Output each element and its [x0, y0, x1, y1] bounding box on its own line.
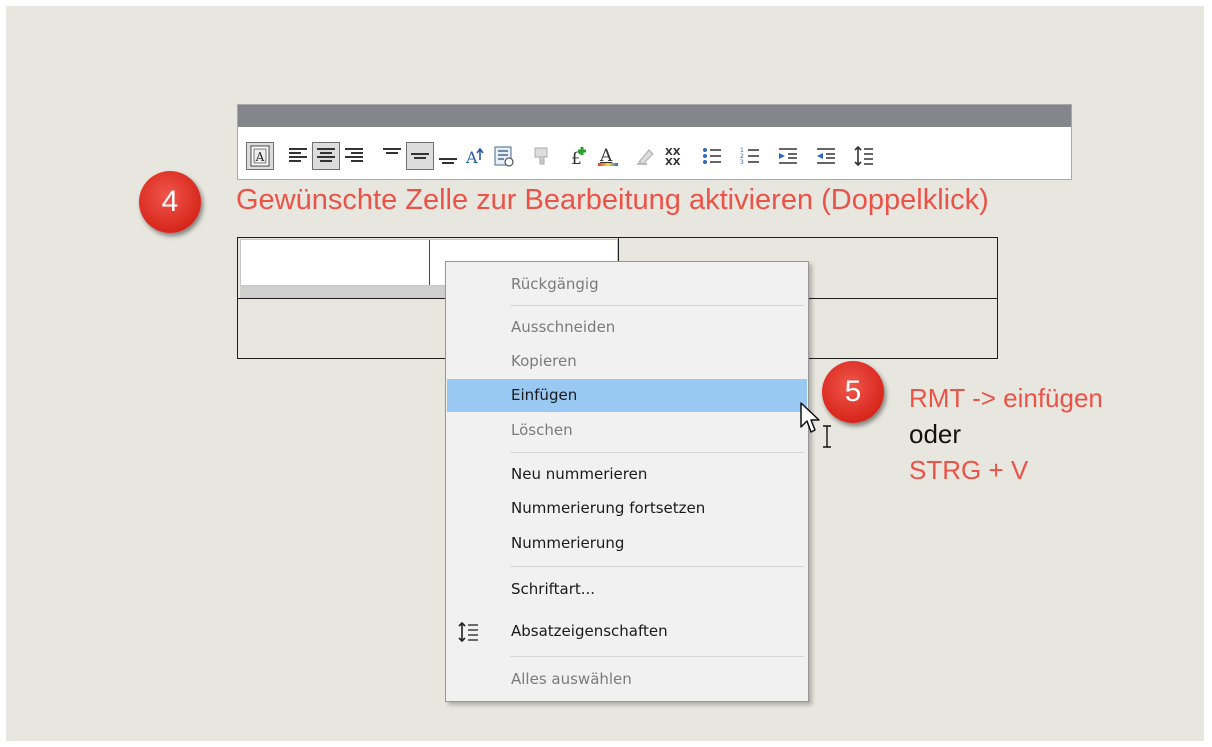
menu-item-continue-numbering[interactable]: Nummerierung fortsetzen — [447, 492, 807, 525]
step-badge-4: 4 — [139, 171, 201, 233]
svg-text:XX: XX — [665, 157, 681, 166]
cell-divider — [429, 240, 430, 285]
valign-bottom-icon[interactable] — [434, 142, 462, 170]
clear-format-icon[interactable] — [528, 142, 556, 170]
strikethrough-icon[interactable]: XX XX — [660, 142, 688, 170]
toolbar-titlebar[interactable] — [238, 105, 1071, 127]
svg-text:3: 3 — [740, 159, 744, 165]
insert-field-icon[interactable]: £ — [566, 142, 594, 170]
menu-separator — [510, 656, 804, 657]
text-autofit-icon[interactable]: A — [462, 142, 490, 170]
step-5-line-1: RMT -> einfügen — [909, 383, 1103, 413]
svg-text:A: A — [465, 148, 478, 166]
step-4-instruction: Gewünschte Zelle zur Bearbeitung aktivie… — [236, 184, 989, 216]
bullet-list-icon[interactable] — [698, 142, 726, 170]
menu-item-select-all[interactable]: Alles auswählen — [447, 663, 807, 696]
menu-item-copy[interactable]: Kopieren — [447, 345, 807, 378]
step-5-line-3: STRG + V — [909, 455, 1029, 485]
menu-item-undo[interactable]: Rückgängig — [447, 268, 807, 301]
line-spacing-icon — [457, 621, 479, 655]
numbered-list-icon[interactable]: 123 — [736, 142, 764, 170]
increase-indent-icon[interactable] — [774, 142, 802, 170]
align-center-icon[interactable] — [312, 142, 340, 170]
menu-separator — [510, 452, 804, 453]
svg-text:A: A — [255, 150, 265, 164]
step-5-line-2: oder — [909, 419, 962, 449]
menu-item-paragraph-properties[interactable]: Absatzeigenschaften — [447, 615, 807, 648]
context-menu: Rückgängig Ausschneiden Kopieren Einfüge… — [445, 261, 809, 702]
text-properties-icon[interactable] — [490, 142, 518, 170]
menu-item-numbering[interactable]: Nummerierung — [447, 527, 807, 560]
menu-separator — [510, 566, 804, 567]
toolbar-buttons: A A £ A XX XX 1 2 3 — [246, 139, 878, 173]
menu-item-delete[interactable]: Löschen — [447, 414, 807, 447]
menu-item-cut[interactable]: Ausschneiden — [447, 311, 807, 344]
font-color-icon[interactable]: A — [594, 142, 622, 170]
text-frame-icon[interactable]: A — [246, 142, 274, 170]
decrease-indent-icon[interactable] — [812, 142, 840, 170]
format-toolbar: A A £ A XX XX 1 2 3 — [237, 104, 1072, 180]
menu-item-paste[interactable]: Einfügen — [447, 379, 807, 412]
menu-item-renumber[interactable]: Neu nummerieren — [447, 458, 807, 491]
menu-item-label: Absatzeigenschaften — [511, 622, 668, 640]
mouse-pointer-icon — [800, 402, 820, 433]
step-badge-5: 5 — [822, 361, 884, 423]
highlight-icon[interactable] — [632, 142, 660, 170]
align-right-icon[interactable] — [340, 142, 368, 170]
menu-item-font[interactable]: Schriftart... — [447, 573, 807, 606]
valign-top-icon[interactable] — [378, 142, 406, 170]
line-spacing-icon[interactable] — [850, 142, 878, 170]
align-left-icon[interactable] — [284, 142, 312, 170]
valign-middle-icon[interactable] — [406, 142, 434, 170]
menu-separator — [510, 305, 804, 306]
text-cursor-icon — [823, 425, 831, 448]
